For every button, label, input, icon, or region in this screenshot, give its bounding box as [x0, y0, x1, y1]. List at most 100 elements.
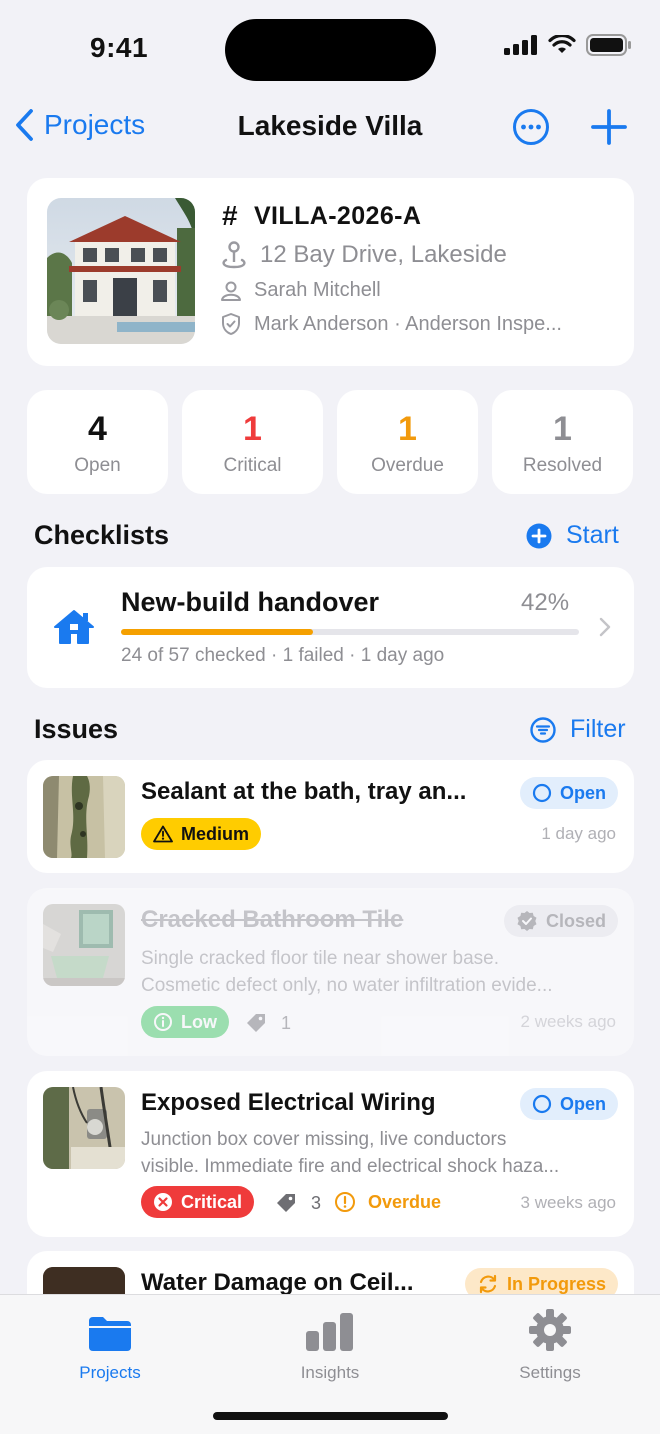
address-text: 12 Bay Drive, Lakeside — [260, 241, 507, 268]
issue-title: Exposed Electrical Wiring — [141, 1089, 436, 1116]
issue-photo — [43, 776, 125, 858]
status-text: Open — [559, 1093, 606, 1114]
checklist-title: New-build handover — [121, 587, 380, 617]
filter-label: Filter — [570, 715, 626, 743]
refresh-icon — [479, 1274, 497, 1294]
chevron-left-icon — [16, 109, 33, 141]
more-button[interactable] — [512, 108, 550, 151]
tag-icon — [247, 1014, 265, 1032]
checklist-card[interactable]: New-build handover 42% 24 of 57 checked … — [27, 567, 634, 688]
back-label: Projects — [44, 109, 146, 140]
tab-label: Settings — [519, 1363, 581, 1382]
status-text: In Progress — [506, 1273, 606, 1294]
tag-count-text: 1 — [281, 1012, 292, 1033]
tab-settings[interactable]: Settings — [480, 1307, 620, 1383]
issue-card[interactable]: Exposed Electrical Wiring Open Junction … — [27, 1071, 634, 1237]
issue-time: 3 weeks ago — [520, 1193, 616, 1212]
open-circle-icon — [532, 1094, 552, 1114]
stat-open[interactable]: 4 Open — [27, 390, 168, 494]
issue-description-line2: Cosmetic defect only, no water infiltrat… — [141, 975, 553, 996]
exclamation-circle-icon — [335, 1192, 355, 1212]
tab-projects[interactable]: Projects — [40, 1307, 180, 1383]
overdue-indicator: Overdue — [334, 1191, 441, 1213]
status-badge: Open — [519, 1088, 618, 1120]
stat-label: Resolved — [522, 455, 603, 476]
status-text: Closed — [545, 910, 606, 931]
severity-badge: Critical — [141, 1186, 255, 1218]
severity-badge: Low — [141, 1006, 229, 1038]
checklist-percent: 42% — [521, 589, 570, 616]
folder-icon — [89, 1317, 131, 1351]
severity-text: Medium — [181, 823, 250, 844]
battery-icon — [586, 34, 631, 56]
start-checklist-button[interactable]: Start — [526, 521, 619, 550]
home-indicator — [213, 1412, 448, 1420]
stat-resolved[interactable]: 1 Resolved — [492, 390, 633, 494]
issue-photo — [43, 1087, 125, 1169]
bar-chart-icon — [306, 1313, 353, 1351]
x-circle-icon — [154, 1193, 172, 1211]
issue-description-line1: Single cracked floor tile near shower ba… — [141, 948, 500, 969]
stat-label: Open — [74, 455, 121, 476]
severity-text: Critical — [181, 1191, 243, 1212]
issue-title: Sealant at the bath, tray an... — [141, 778, 467, 805]
issue-card[interactable]: Sealant at the bath, tray an... Open Med… — [27, 760, 634, 873]
issue-description-line2: visible. Immediate fire and electrical s… — [141, 1156, 560, 1177]
issue-time: 2 weeks ago — [520, 1012, 616, 1031]
stat-label: Overdue — [371, 455, 444, 476]
issue-description-line1: Junction box cover missing, live conduct… — [141, 1129, 507, 1150]
filter-icon — [530, 716, 556, 743]
stat-value: 1 — [243, 410, 262, 448]
project-code: # VILLA-2026-A — [222, 200, 421, 232]
project-code-text: VILLA-2026-A — [253, 201, 422, 230]
add-button[interactable] — [590, 108, 628, 151]
back-button[interactable]: Projects — [14, 108, 145, 142]
status-badge: Open — [519, 777, 618, 809]
more-icon — [513, 109, 549, 145]
filter-button[interactable]: Filter — [530, 715, 626, 744]
issue-photo — [43, 904, 125, 986]
project-photo — [47, 198, 195, 344]
wifi-icon — [548, 35, 576, 53]
tag-count-text: 3 — [311, 1192, 322, 1213]
stat-critical[interactable]: 1 Critical — [182, 390, 323, 494]
status-icons — [504, 34, 632, 56]
checklist-progress — [121, 629, 579, 635]
dynamic-island — [225, 19, 436, 81]
checklists-heading: Checklists — [34, 520, 170, 550]
chevron-right-icon — [599, 617, 611, 637]
signal-icon — [504, 35, 537, 55]
checklist-progress-fill — [121, 629, 314, 635]
stat-label: Critical — [223, 455, 282, 476]
tab-label: Insights — [300, 1363, 360, 1382]
overdue-text: Overdue — [368, 1191, 442, 1212]
gear-icon — [529, 1309, 571, 1351]
tab-insights[interactable]: Insights — [260, 1307, 400, 1383]
project-client: Sarah Mitchell — [220, 279, 381, 302]
severity-text: Low — [181, 1011, 217, 1032]
seal-check-icon — [517, 911, 537, 931]
checklist-meta: 24 of 57 checked · 1 failed · 1 day ago — [121, 645, 445, 666]
issue-card-closed[interactable]: Cracked Bathroom Tile Closed Single crac… — [27, 888, 634, 1056]
shield-check-icon — [222, 313, 240, 335]
stat-overdue[interactable]: 1 Overdue — [337, 390, 478, 494]
hash-icon: # — [222, 200, 238, 231]
tag-count: 3 — [275, 1192, 321, 1214]
status-time: 9:41 — [90, 32, 149, 63]
project-card[interactable]: # VILLA-2026-A 12 Bay Drive, Lakeside Sa… — [27, 178, 634, 366]
tab-label: Projects — [79, 1363, 141, 1382]
issue-time: 1 day ago — [541, 824, 616, 843]
start-label: Start — [566, 521, 619, 549]
stat-value: 1 — [398, 410, 417, 448]
severity-badge: Medium — [141, 818, 262, 850]
client-text: Sarah Mitchell — [254, 279, 381, 301]
inspector-text: Mark Anderson · Anderson Inspe... — [254, 312, 562, 335]
open-circle-icon — [532, 783, 552, 803]
project-address: 12 Bay Drive, Lakeside — [220, 240, 507, 270]
stat-value: 4 — [88, 410, 107, 448]
house-icon — [54, 610, 94, 644]
issues-heading: Issues — [34, 714, 119, 744]
tag-icon — [277, 1194, 295, 1212]
map-pin-icon — [222, 241, 246, 269]
plus-circle-icon — [526, 523, 552, 548]
